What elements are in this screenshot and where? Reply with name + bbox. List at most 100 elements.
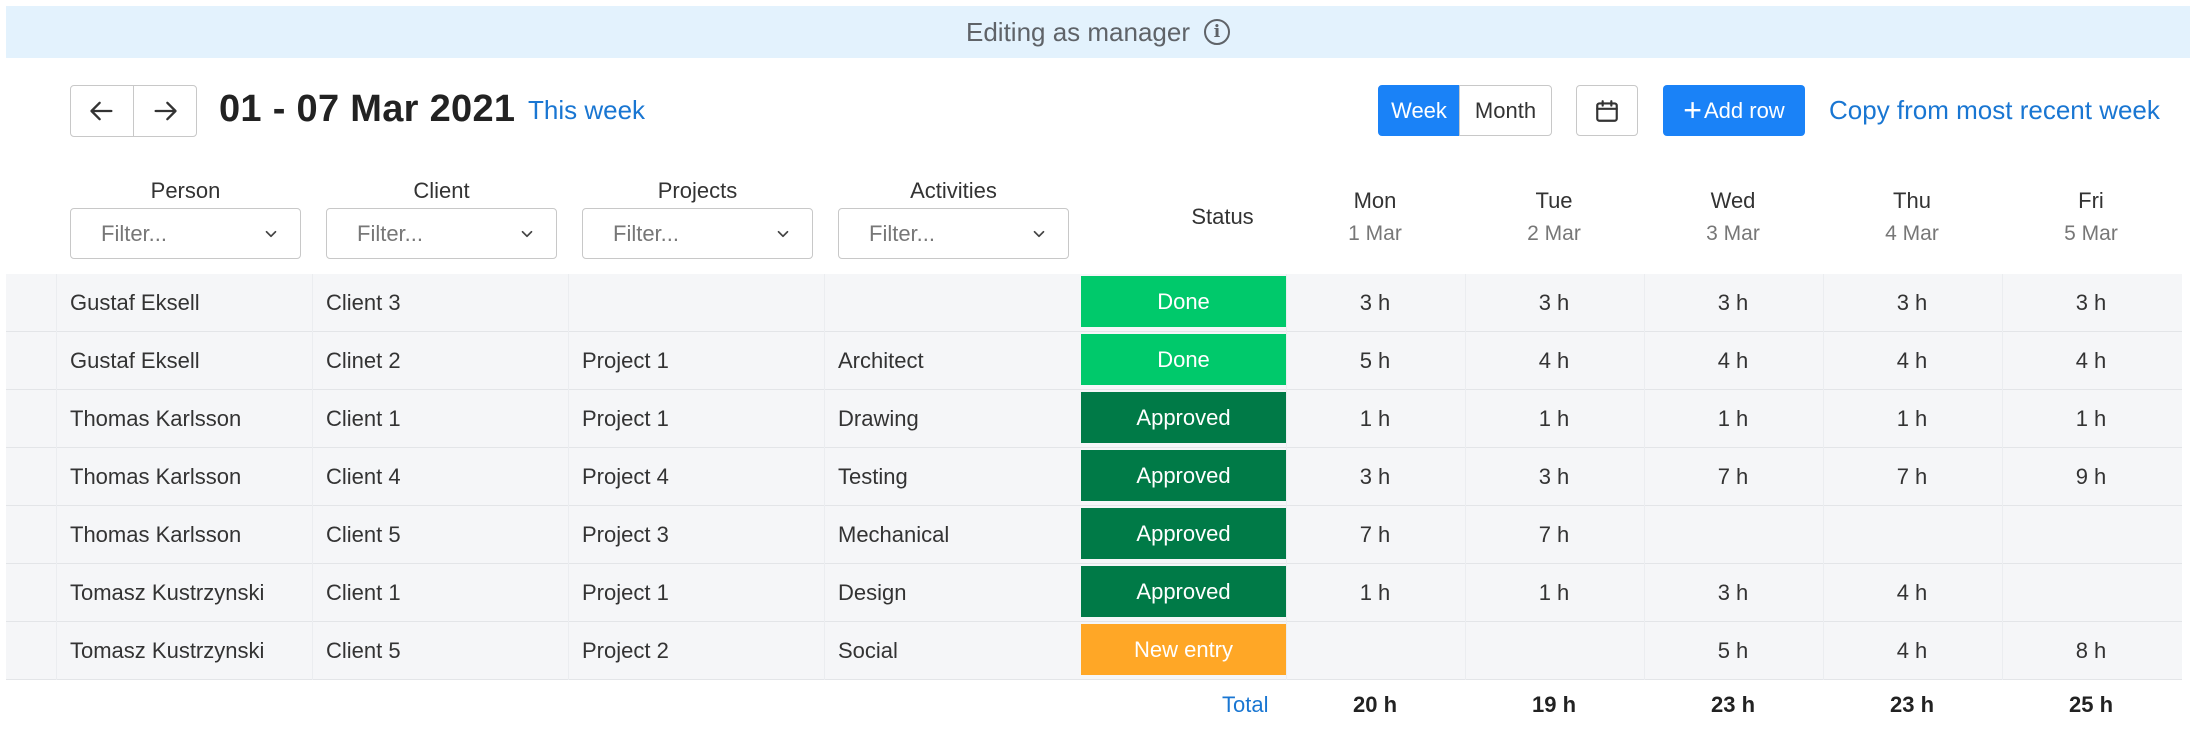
day-header-mon: Mon 1 Mar — [1286, 188, 1464, 246]
column-divider — [824, 390, 825, 448]
column-divider — [312, 506, 313, 564]
project-cell: Project 2 — [582, 638, 669, 663]
editing-banner: Editing as manager i — [6, 6, 2190, 58]
column-divider — [56, 564, 57, 622]
month-view-toggle[interactable]: Month — [1459, 85, 1552, 136]
next-week-button[interactable] — [133, 85, 197, 137]
projects-filter-placeholder: Filter... — [613, 220, 680, 246]
column-divider — [56, 448, 57, 506]
hours-cell[interactable]: 3 h — [1465, 274, 1643, 332]
hours-cell[interactable] — [2002, 564, 2180, 622]
client-cell: Clinet 2 — [326, 348, 401, 373]
hours-cell[interactable]: 5 h — [1644, 622, 1822, 680]
table-row[interactable]: Gustaf Eksell Clinet 2 Project 1 Architect D… — [6, 332, 2182, 390]
info-icon[interactable]: i — [1204, 19, 1231, 45]
status-badge[interactable]: Approved — [1081, 566, 1286, 617]
hours-cell[interactable]: 3 h — [1644, 274, 1822, 332]
this-week-link[interactable]: This week — [528, 95, 645, 126]
hours-cell[interactable]: 4 h — [1823, 622, 2001, 680]
total-thu: 23 h — [1889, 692, 1935, 717]
column-divider — [56, 390, 57, 448]
hours-cell[interactable]: 1 h — [1465, 564, 1643, 622]
column-divider — [568, 622, 569, 680]
client-cell: Client 5 — [326, 638, 401, 663]
hours-cell[interactable]: 3 h — [1286, 274, 1464, 332]
hours-cell[interactable]: 7 h — [1286, 506, 1464, 564]
client-cell: Client 4 — [326, 464, 401, 489]
hours-cell[interactable]: 7 h — [1465, 506, 1643, 564]
hours-cell[interactable] — [1286, 622, 1464, 680]
day-name: Mon — [1353, 188, 1397, 213]
hours-cell[interactable]: 3 h — [1823, 274, 2001, 332]
hours-cell[interactable]: 3 h — [1286, 448, 1464, 506]
column-divider — [312, 274, 313, 332]
day-name: Fri — [2078, 188, 2104, 213]
column-divider — [312, 332, 313, 390]
column-divider — [568, 564, 569, 622]
table-row[interactable]: Gustaf Eksell Client 3 Done 3 h3 h3 h3 h3 h — [6, 274, 2182, 332]
hours-cell[interactable] — [1465, 622, 1643, 680]
hours-cell[interactable]: 4 h — [1644, 332, 1822, 390]
hours-cell[interactable] — [2002, 506, 2180, 564]
activities-filter-placeholder: Filter... — [869, 220, 936, 246]
hours-cell[interactable]: 7 h — [1823, 448, 2001, 506]
table-row[interactable]: Tomasz Kustrzynski Client 5 Project 2 Socia… — [6, 622, 2182, 680]
hours-cell[interactable]: 8 h — [2002, 622, 2180, 680]
hours-cell[interactable]: 1 h — [1823, 390, 2001, 448]
hours-cell[interactable]: 9 h — [2002, 448, 2180, 506]
hours-cell[interactable]: 3 h — [1465, 448, 1643, 506]
copy-recent-week-link[interactable]: Copy from most recent week — [1829, 95, 2160, 126]
column-divider — [312, 564, 313, 622]
hours-cell[interactable]: 4 h — [1465, 332, 1643, 390]
person-cell: Gustaf Eksell — [70, 348, 200, 373]
hours-cell[interactable]: 1 h — [1286, 564, 1464, 622]
total-label: Total — [1222, 692, 1269, 717]
hours-cell[interactable]: 1 h — [1286, 390, 1464, 448]
status-badge[interactable]: Done — [1081, 334, 1286, 385]
activity-cell: Design — [838, 580, 907, 605]
project-cell: Project 1 — [582, 348, 669, 373]
day-name: Wed — [1710, 188, 1756, 213]
hours-cell[interactable]: 4 h — [1823, 564, 2001, 622]
day-date: 4 Mar — [1885, 222, 1939, 245]
hours-cell[interactable]: 3 h — [1644, 564, 1822, 622]
hours-cell[interactable] — [1644, 506, 1822, 564]
hours-cell[interactable]: 5 h — [1286, 332, 1464, 390]
status-badge[interactable]: New entry — [1081, 624, 1286, 675]
hours-cell[interactable]: 1 h — [1644, 390, 1822, 448]
person-cell: Thomas Karlsson — [70, 464, 242, 489]
hours-cell[interactable]: 4 h — [2002, 332, 2180, 390]
status-badge[interactable]: Done — [1081, 276, 1286, 327]
client-cell: Client 5 — [326, 522, 401, 547]
status-badge[interactable]: Approved — [1081, 508, 1286, 559]
day-header-thu: Thu 4 Mar — [1823, 188, 2001, 246]
previous-week-button[interactable] — [70, 85, 134, 137]
column-divider — [824, 274, 825, 332]
total-fri: 25 h — [2068, 692, 2114, 717]
activities-filter[interactable]: Filter... — [838, 208, 1069, 259]
arrow-right-icon — [154, 101, 177, 121]
projects-filter[interactable]: Filter... — [582, 208, 813, 259]
column-divider — [824, 564, 825, 622]
hours-cell[interactable]: 3 h — [2002, 274, 2180, 332]
column-divider — [824, 332, 825, 390]
hours-cell[interactable]: 7 h — [1644, 448, 1822, 506]
hours-cell[interactable]: 4 h — [1823, 332, 2001, 390]
status-badge[interactable]: Approved — [1081, 450, 1286, 501]
week-view-toggle[interactable]: Week — [1378, 85, 1460, 136]
day-date: 1 Mar — [1348, 222, 1402, 245]
total-mon: 20 h — [1352, 692, 1398, 717]
hours-cell[interactable]: 1 h — [2002, 390, 2180, 448]
client-filter[interactable]: Filter... — [326, 208, 557, 259]
table-row[interactable]: Thomas Karlsson Client 1 Project 1 Drawing A… — [6, 390, 2182, 448]
table-row[interactable]: Thomas Karlsson Client 4 Project 4 Testing A… — [6, 448, 2182, 506]
add-row-button[interactable]: + Add row — [1663, 85, 1805, 136]
calendar-button[interactable] — [1576, 85, 1638, 136]
hours-cell[interactable] — [1823, 506, 2001, 564]
person-cell: Tomasz Kustrzynski — [70, 638, 265, 663]
person-filter[interactable]: Filter... — [70, 208, 301, 259]
table-row[interactable]: Tomasz Kustrzynski Client 1 Project 1 Desig… — [6, 564, 2182, 622]
status-badge[interactable]: Approved — [1081, 392, 1286, 443]
hours-cell[interactable]: 1 h — [1465, 390, 1643, 448]
table-row[interactable]: Thomas Karlsson Client 5 Project 3 Mechanic… — [6, 506, 2182, 564]
